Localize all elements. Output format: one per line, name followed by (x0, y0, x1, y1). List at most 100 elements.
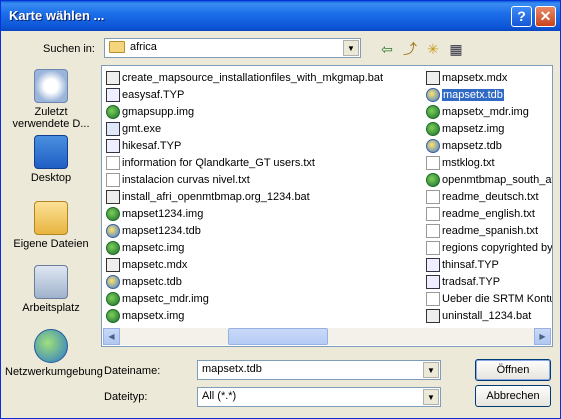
list-item[interactable]: readme_deutsch.txt (424, 188, 552, 205)
list-item[interactable]: thinsaf.TYP (424, 256, 552, 273)
file-name: install_afri_openmtbmap.org_1234.bat (122, 190, 310, 203)
file-name: create_mapsource_installationfiles_with_… (122, 71, 384, 84)
list-item[interactable]: readme_english.txt (424, 205, 552, 222)
file-name: uninstall_1234.bat (442, 309, 532, 322)
place-my-documents[interactable]: Eigene Dateien (5, 201, 97, 250)
list-item[interactable]: Ueber die SRTM Kontur (424, 290, 552, 307)
place-my-computer-label: Arbeitsplatz (22, 302, 80, 314)
lookin-label: Suchen in: (43, 43, 95, 55)
list-item[interactable]: install_afri_openmtbmap.org_1234.bat (104, 188, 422, 205)
up-folder-icon[interactable]: ⤴ (399, 39, 421, 59)
network-icon (34, 329, 68, 363)
txt-file-icon (426, 223, 440, 238)
file-name: information for Qlandkarte_GT users.txt (122, 156, 315, 169)
close-button[interactable]: ✕ (535, 6, 556, 27)
file-name: regions copyrighted by (442, 241, 552, 254)
list-item[interactable]: mapsetz.img (424, 120, 552, 137)
list-item[interactable]: mstklog.txt (424, 154, 552, 171)
list-item[interactable]: create_mapsource_installationfiles_with_… (104, 69, 422, 86)
list-item[interactable]: uninstall_1234.bat (424, 307, 552, 324)
file-name: Ueber die SRTM Kontur (442, 292, 552, 305)
list-item[interactable]: readme_spanish.txt (424, 222, 552, 239)
chevron-down-icon[interactable]: ▼ (423, 362, 439, 378)
file-name: mapsetx.img (122, 309, 185, 322)
folder-icon (109, 41, 125, 54)
list-item[interactable]: mapsetc.tdb (104, 273, 422, 290)
file-name: tradsaf.TYP (442, 275, 501, 288)
txt-file-icon (426, 240, 440, 255)
txt-file-icon (106, 155, 120, 170)
bat-file-icon (426, 308, 440, 323)
file-name: mstklog.txt (442, 156, 495, 169)
list-item[interactable]: information for Qlandkarte_GT users.txt (104, 154, 422, 171)
new-folder-icon[interactable]: ✳ (422, 39, 444, 59)
file-open-dialog: Karte wählen ... ? ✕ Suchen in: africa ▼… (0, 0, 561, 419)
recent-documents-icon (34, 69, 68, 103)
scroll-thumb[interactable] (228, 328, 328, 345)
filetype-label: Dateityp: (104, 391, 148, 403)
file-name: gmt.exe (122, 122, 162, 135)
file-name: easysaf.TYP (122, 88, 185, 101)
lookin-value: africa (130, 41, 157, 53)
file-name: mapsetx.tdb (442, 88, 504, 101)
my-documents-icon (34, 201, 68, 235)
cancel-button[interactable]: Abbrechen (475, 385, 551, 407)
list-item[interactable]: gmapsupp.img (104, 103, 422, 120)
list-item[interactable]: instalacion curvas nivel.txt (104, 171, 422, 188)
list-item[interactable]: easysaf.TYP (104, 86, 422, 103)
filename-input[interactable]: mapsetx.tdb ▼ (197, 360, 441, 380)
list-item[interactable]: mapsetc_mdr.img (104, 290, 422, 307)
list-item[interactable]: regions copyrighted by (424, 239, 552, 256)
list-item[interactable]: tradsaf.TYP (424, 273, 552, 290)
list-item[interactable]: mapsetc.mdx (104, 256, 422, 273)
typ-file-icon (106, 87, 120, 102)
exe-file-icon (106, 121, 120, 136)
txt-file-icon (426, 291, 440, 306)
file-name: gmapsupp.img (122, 105, 195, 118)
file-name: readme_deutsch.txt (442, 190, 539, 203)
place-my-computer[interactable]: Arbeitsplatz (5, 265, 97, 314)
filetype-select[interactable]: All (*.*) ▼ (197, 387, 441, 407)
title-bar[interactable]: Karte wählen ... ? ✕ (1, 1, 560, 31)
globe-file-icon (426, 172, 440, 187)
list-item[interactable]: mapsetc.img (104, 239, 422, 256)
list-item[interactable]: mapsetz.tdb (424, 137, 552, 154)
bat-file-icon (106, 257, 120, 272)
txt-file-icon (426, 155, 440, 170)
chevron-down-icon[interactable]: ▼ (343, 40, 359, 56)
list-item[interactable]: mapset1234.tdb (104, 222, 422, 239)
scroll-left-icon[interactable]: ◀ (103, 328, 120, 345)
place-network[interactable]: Netzwerkumgebung (5, 329, 103, 378)
typ-file-icon (426, 274, 440, 289)
globe-file-icon (106, 240, 120, 255)
place-desktop[interactable]: Desktop (5, 135, 97, 184)
horizontal-scrollbar[interactable]: ◀ ▶ (103, 328, 551, 345)
place-recent[interactable]: Zuletzt verwendete D... (5, 69, 97, 130)
back-icon[interactable]: ⇦ (376, 39, 398, 59)
help-button[interactable]: ? (511, 6, 532, 27)
chevron-down-icon[interactable]: ▼ (423, 389, 439, 405)
list-item[interactable]: mapsetx.mdx (424, 69, 552, 86)
file-list[interactable]: create_mapsource_installationfiles_with_… (101, 65, 553, 347)
file-name: thinsaf.TYP (442, 258, 499, 271)
open-button[interactable]: Öffnen (475, 359, 551, 381)
file-name: instalacion curvas nivel.txt (122, 173, 250, 186)
list-item[interactable]: mapset1234.img (104, 205, 422, 222)
bat-file-icon (106, 70, 120, 85)
scroll-right-icon[interactable]: ▶ (534, 328, 551, 345)
list-item[interactable]: mapsetx.tdb (424, 86, 552, 103)
list-item[interactable]: mapsetx_mdr.img (424, 103, 552, 120)
file-column-2: mapsetx.mdx mapsetx.tdb mapsetx_mdr.img map… (424, 69, 552, 324)
view-menu-icon[interactable]: ▦ (445, 39, 467, 59)
list-item[interactable]: mapsetx.img (104, 307, 422, 324)
list-item[interactable]: hikesaf.TYP (104, 137, 422, 154)
list-item[interactable]: gmt.exe (104, 120, 422, 137)
tdb-file-icon (426, 138, 440, 153)
list-item[interactable]: openmtbmap_south_af (424, 171, 552, 188)
my-computer-icon (34, 265, 68, 299)
lookin-combo[interactable]: africa ▼ (104, 38, 361, 58)
window-title: Karte wählen ... (9, 8, 105, 23)
typ-file-icon (106, 138, 120, 153)
txt-file-icon (106, 172, 120, 187)
globe-file-icon (426, 121, 440, 136)
